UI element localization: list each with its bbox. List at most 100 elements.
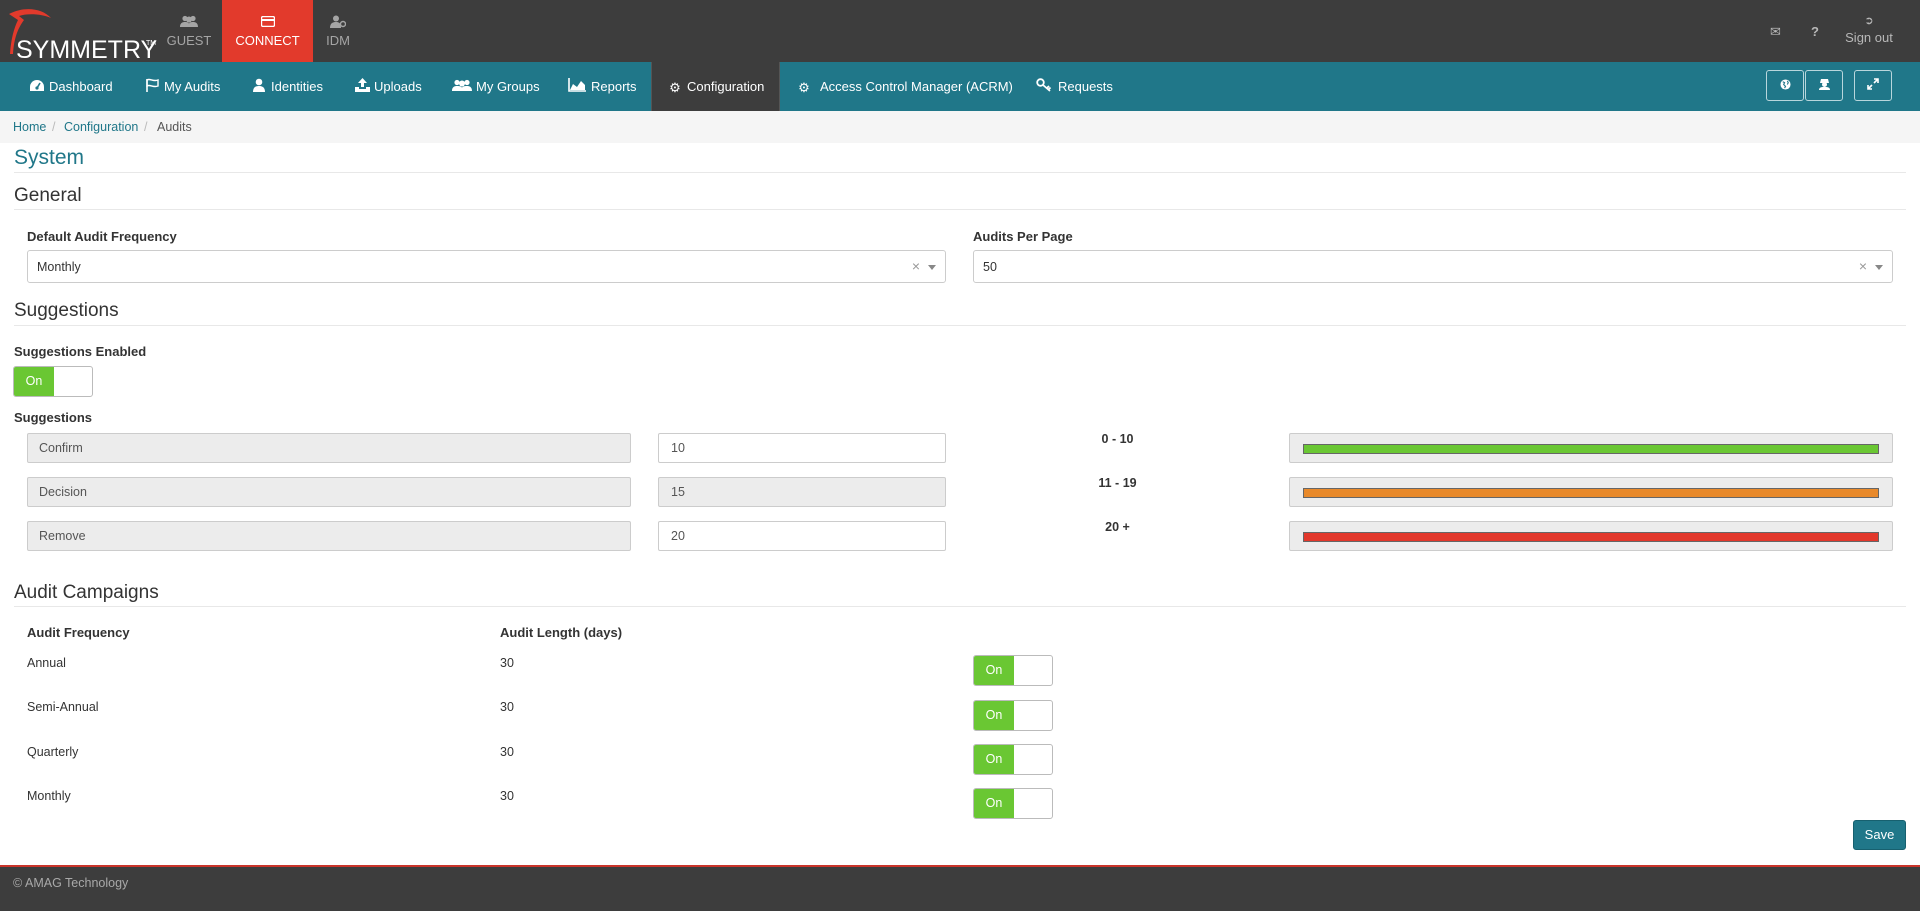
suggestion-name-field: Remove (27, 521, 631, 551)
suggestions-list-label: Suggestions (14, 410, 93, 425)
suggestion-name: Confirm (39, 441, 83, 455)
app-tab-label: CONNECT (235, 33, 300, 48)
audit-campaigns-heading: Audit Campaigns (14, 582, 159, 603)
toggle-on-label: On (974, 656, 1014, 685)
nav-label: Dashboard (49, 79, 113, 94)
suggestion-name: Remove (39, 529, 86, 543)
campaign-toggle-quarterly[interactable]: On (973, 744, 1053, 775)
campaign-toggle-semi-annual[interactable]: On (973, 700, 1053, 731)
chevron-down-icon (1875, 265, 1883, 270)
breadcrumb-separator: / (144, 120, 148, 134)
nav-my-groups[interactable]: My Groups (452, 62, 540, 111)
campaign-toggle-monthly[interactable]: On (973, 788, 1053, 819)
audit-frequency-column-header: Audit Frequency (27, 625, 130, 640)
nav-my-audits[interactable]: My Audits (144, 62, 220, 111)
campaign-length: 30 (500, 745, 514, 759)
expand-icon (1867, 78, 1879, 93)
user-secret-button[interactable] (1805, 70, 1843, 101)
logo-tm: TM (146, 40, 157, 47)
sign-out-button[interactable]: ➲ Sign out (1836, 14, 1902, 45)
breadcrumb-home[interactable]: Home (13, 120, 46, 134)
breadcrumb-current: Audits (157, 120, 192, 134)
decision-bar (1303, 488, 1879, 498)
audits-per-page-label: Audits Per Page (973, 229, 1073, 244)
select-value: 50 (983, 260, 997, 274)
suggestion-range: 0 - 10 (1101, 432, 1134, 446)
default-audit-frequency-select[interactable]: Monthly × (27, 250, 946, 283)
save-button[interactable]: Save (1853, 820, 1906, 850)
default-audit-frequency-label: Default Audit Frequency (27, 229, 177, 244)
campaign-length: 30 (500, 789, 514, 803)
clear-icon[interactable]: × (912, 258, 920, 274)
clear-icon[interactable]: × (1859, 258, 1867, 274)
gear-icon: ⚙ (798, 80, 810, 96)
copyright-text: © AMAG Technology (13, 876, 129, 890)
suggestion-range: 20 + (1105, 520, 1130, 534)
audits-per-page-select[interactable]: 50 × (973, 250, 1893, 283)
flag-icon (144, 63, 160, 112)
divider (14, 606, 1906, 607)
logo-text: SYMMETRY (16, 36, 158, 64)
sign-out-icon: ➲ (1864, 15, 1874, 27)
nav-label: My Audits (164, 79, 221, 94)
dashboard-icon (29, 63, 45, 112)
user-secret-icon (1818, 78, 1830, 93)
group-icon (452, 63, 472, 112)
suggestion-threshold-input[interactable]: 10 (658, 433, 946, 463)
divider (14, 325, 1906, 326)
confirm-bar (1303, 444, 1879, 454)
sign-out-label: Sign out (1845, 30, 1893, 45)
breadcrumb: Home / Configuration / Audits (0, 111, 1920, 143)
nav-uploads[interactable]: Uploads (354, 62, 422, 111)
app-tab-idm[interactable]: IDM (314, 0, 362, 62)
campaign-frequency: Semi-Annual (27, 700, 99, 714)
breadcrumb-configuration[interactable]: Configuration (64, 120, 138, 134)
suggestion-color-bar (1289, 521, 1893, 551)
select-value: Monthly (37, 260, 81, 274)
upload-icon (354, 63, 370, 112)
nav-label: Identities (271, 79, 324, 94)
suggestions-enabled-toggle[interactable]: On (13, 366, 93, 397)
symmetry-logo[interactable]: SYMMETRY TM (6, 4, 157, 64)
main-nav: Dashboard My Audits Identities Uploads M… (0, 62, 1920, 111)
nav-requests[interactable]: Requests (1036, 62, 1113, 111)
fullscreen-button[interactable] (1854, 70, 1892, 101)
footer: © AMAG Technology (0, 865, 1920, 911)
breadcrumb-separator: / (52, 120, 56, 134)
area-chart-icon (567, 63, 587, 112)
users-icon (157, 15, 221, 29)
campaign-toggle-annual[interactable]: On (973, 655, 1053, 686)
nav-configuration[interactable]: ⚙ Configuration (651, 62, 781, 111)
campaign-frequency: Quarterly (27, 745, 79, 759)
nav-label: Configuration (687, 79, 765, 94)
app-tab-connect[interactable]: CONNECT (222, 0, 313, 62)
suggestion-color-bar (1289, 433, 1893, 463)
nav-label: Reports (591, 79, 637, 94)
envelope-icon[interactable]: ✉ (1770, 24, 1781, 40)
user-icon (251, 63, 267, 112)
nav-reports[interactable]: Reports (567, 62, 637, 111)
toggle-on-label: On (14, 367, 54, 396)
suggestions-enabled-label: Suggestions Enabled (14, 344, 147, 359)
page-title: System (14, 146, 85, 169)
nav-label: Uploads (374, 79, 422, 94)
globe-button[interactable] (1766, 70, 1804, 101)
app-tab-guest[interactable]: GUEST (157, 0, 221, 62)
suggestion-threshold-input: 15 (658, 477, 946, 507)
chevron-down-icon (928, 265, 936, 270)
suggestion-name: Decision (39, 485, 87, 499)
campaign-frequency: Monthly (27, 789, 71, 803)
nav-acrm[interactable]: ⚙ Access Control Manager (ACRM) (796, 62, 1013, 111)
suggestion-name-field: Confirm (27, 433, 631, 463)
suggestion-threshold-input[interactable]: 20 (658, 521, 946, 551)
help-icon[interactable]: ? (1811, 24, 1819, 39)
divider (14, 172, 1906, 173)
nav-dashboard[interactable]: Dashboard (29, 62, 113, 111)
app-tab-label: GUEST (166, 33, 212, 48)
remove-bar (1303, 532, 1879, 542)
nav-label: Access Control Manager (ACRM) (820, 79, 1013, 94)
audit-length-column-header: Audit Length (days) (500, 625, 623, 640)
top-bar: SYMMETRY TM GUEST CONNECT IDM ✉ ? ➲ Sign… (0, 0, 1920, 64)
nav-identities[interactable]: Identities (251, 62, 323, 111)
user-gear-icon (314, 15, 362, 29)
